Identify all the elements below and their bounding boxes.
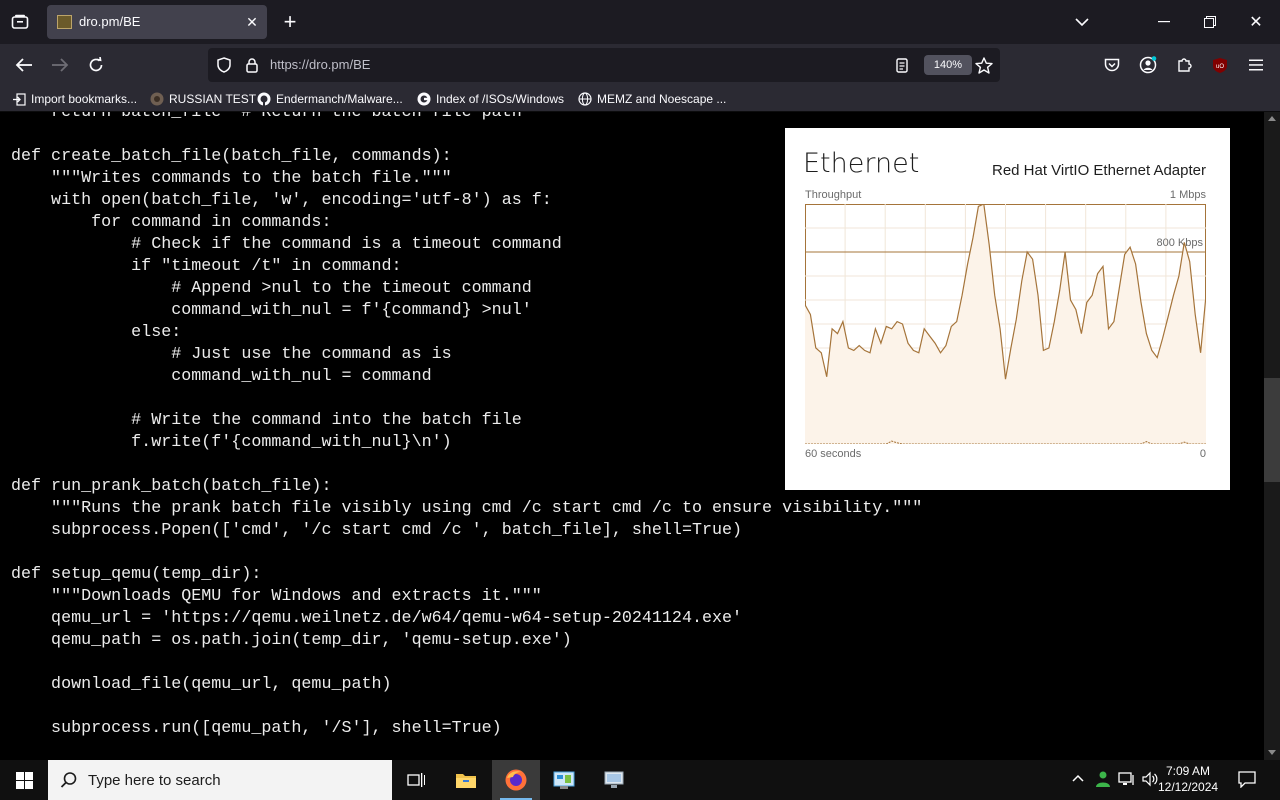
svg-text:uO: uO [1216, 64, 1224, 70]
scrollbar-thumb[interactable] [1264, 378, 1280, 482]
tab-overflow-chevron-icon[interactable] [1070, 10, 1094, 34]
bookmark-index-of-isos[interactable]: Index of /ISOs/Windows [417, 90, 564, 108]
lock-icon[interactable] [244, 57, 260, 73]
bookmark-star-icon[interactable] [974, 55, 994, 75]
folder-icon [456, 774, 476, 788]
zoom-level-button[interactable]: 140% [924, 55, 972, 75]
volume-icon[interactable] [1142, 771, 1158, 790]
search-placeholder: Type here to search [88, 772, 221, 789]
bookmark-russian-test[interactable]: RUSSIAN TEST [150, 90, 256, 108]
bookmark-endermanch-malware[interactable]: Endermanch/Malware... [257, 90, 403, 108]
throughput-chart: 800 Kbps [805, 204, 1206, 444]
taskbar-search-box[interactable]: Type here to search [48, 760, 392, 800]
back-icon[interactable] [12, 53, 36, 77]
scroll-down-arrow-icon[interactable] [1268, 750, 1276, 755]
computer-icon [604, 771, 624, 788]
bookmark-label: Index of /ISOs/Windows [436, 92, 565, 106]
bookmark-label: MEMZ and Noescape ... [597, 92, 727, 106]
close-window-button[interactable]: ✕ [1244, 10, 1268, 34]
bookmarks-toolbar: Import bookmarks... RUSSIAN TEST Enderma… [0, 86, 1280, 112]
start-button[interactable] [0, 760, 48, 800]
firefox-button[interactable] [492, 760, 540, 800]
restore-button[interactable] [1198, 10, 1222, 34]
throughput-label: Throughput [805, 189, 862, 201]
vertical-scrollbar[interactable] [1264, 112, 1280, 760]
clock-time: 7:09 AM [1165, 764, 1211, 778]
show-hidden-icons-chevron[interactable] [1072, 770, 1084, 785]
bookmark-memz-noescape[interactable]: MEMZ and Noescape ... [578, 90, 726, 108]
tab-list-icon[interactable] [8, 12, 32, 32]
task-view-button[interactable] [392, 760, 440, 800]
reader-view-icon[interactable] [894, 57, 910, 73]
forward-icon[interactable] [48, 53, 72, 77]
task-view-icon [407, 773, 425, 787]
notifications-icon[interactable] [1238, 771, 1256, 791]
address-bar[interactable]: https://dro.pm/BE 140% [208, 48, 1000, 82]
new-tab-button[interactable]: + [278, 9, 302, 34]
menu-hamburger-icon[interactable] [1244, 53, 1268, 77]
mid-scale-label: 800 Kbps [1157, 237, 1204, 249]
user-status-icon[interactable] [1094, 770, 1112, 791]
bookmark-import[interactable]: Import bookmarks... [12, 90, 137, 108]
bookmark-label: Endermanch/Malware... [276, 92, 403, 106]
firefox-icon [505, 769, 527, 791]
clock-date: 12/12/2024 [1158, 780, 1219, 794]
github-icon [257, 92, 271, 106]
panel-title: Ethernet [803, 148, 920, 179]
globe-icon [578, 92, 592, 106]
url-text[interactable]: https://dro.pm/BE [270, 57, 370, 72]
file-explorer-button[interactable] [442, 760, 490, 800]
control-panel-button[interactable] [540, 760, 588, 800]
bookmark-label: RUSSIAN TEST [169, 92, 257, 106]
tab-bar: dro.pm/BE ✕ + ✕ [0, 0, 1280, 44]
minimize-button[interactable] [1152, 10, 1176, 34]
tab-favicon-icon [57, 15, 72, 29]
min-throughput-label: 0 [1199, 448, 1206, 460]
bookmark-label: Import bookmarks... [31, 92, 138, 106]
browser-tab[interactable]: dro.pm/BE ✕ [47, 5, 267, 39]
time-window-label: 60 seconds [805, 448, 862, 460]
reload-icon[interactable] [84, 53, 108, 77]
control-panel-icon [553, 771, 575, 789]
google-icon [417, 92, 431, 106]
close-tab-icon[interactable]: ✕ [243, 13, 261, 31]
account-icon[interactable] [1136, 53, 1160, 77]
tab-title: dro.pm/BE [79, 14, 141, 29]
search-icon [60, 772, 77, 788]
windows-logo-icon [15, 771, 33, 789]
extensions-icon[interactable] [1172, 53, 1196, 77]
pocket-icon[interactable] [1100, 53, 1124, 77]
navigation-bar: https://dro.pm/BE 140% uO [0, 44, 1280, 86]
adapter-name: Red Hat VirtIO Ethernet Adapter [991, 162, 1206, 179]
site-favicon-icon [150, 92, 164, 106]
shield-icon[interactable] [216, 57, 232, 73]
max-throughput-label: 1 Mbps [1169, 189, 1206, 201]
scroll-up-arrow-icon[interactable] [1268, 116, 1276, 121]
import-icon [12, 92, 26, 106]
remote-desktop-button[interactable] [590, 760, 638, 800]
system-clock[interactable]: 7:09 AM 12/12/2024 [1158, 763, 1218, 795]
network-icon[interactable] [1118, 771, 1136, 790]
ublock-origin-icon[interactable]: uO [1208, 53, 1232, 77]
taskbar: Type here to search 7:09 AM 12/12/2024 [0, 760, 1280, 800]
ethernet-performance-panel: Ethernet Red Hat VirtIO Ethernet Adapter… [785, 128, 1230, 490]
